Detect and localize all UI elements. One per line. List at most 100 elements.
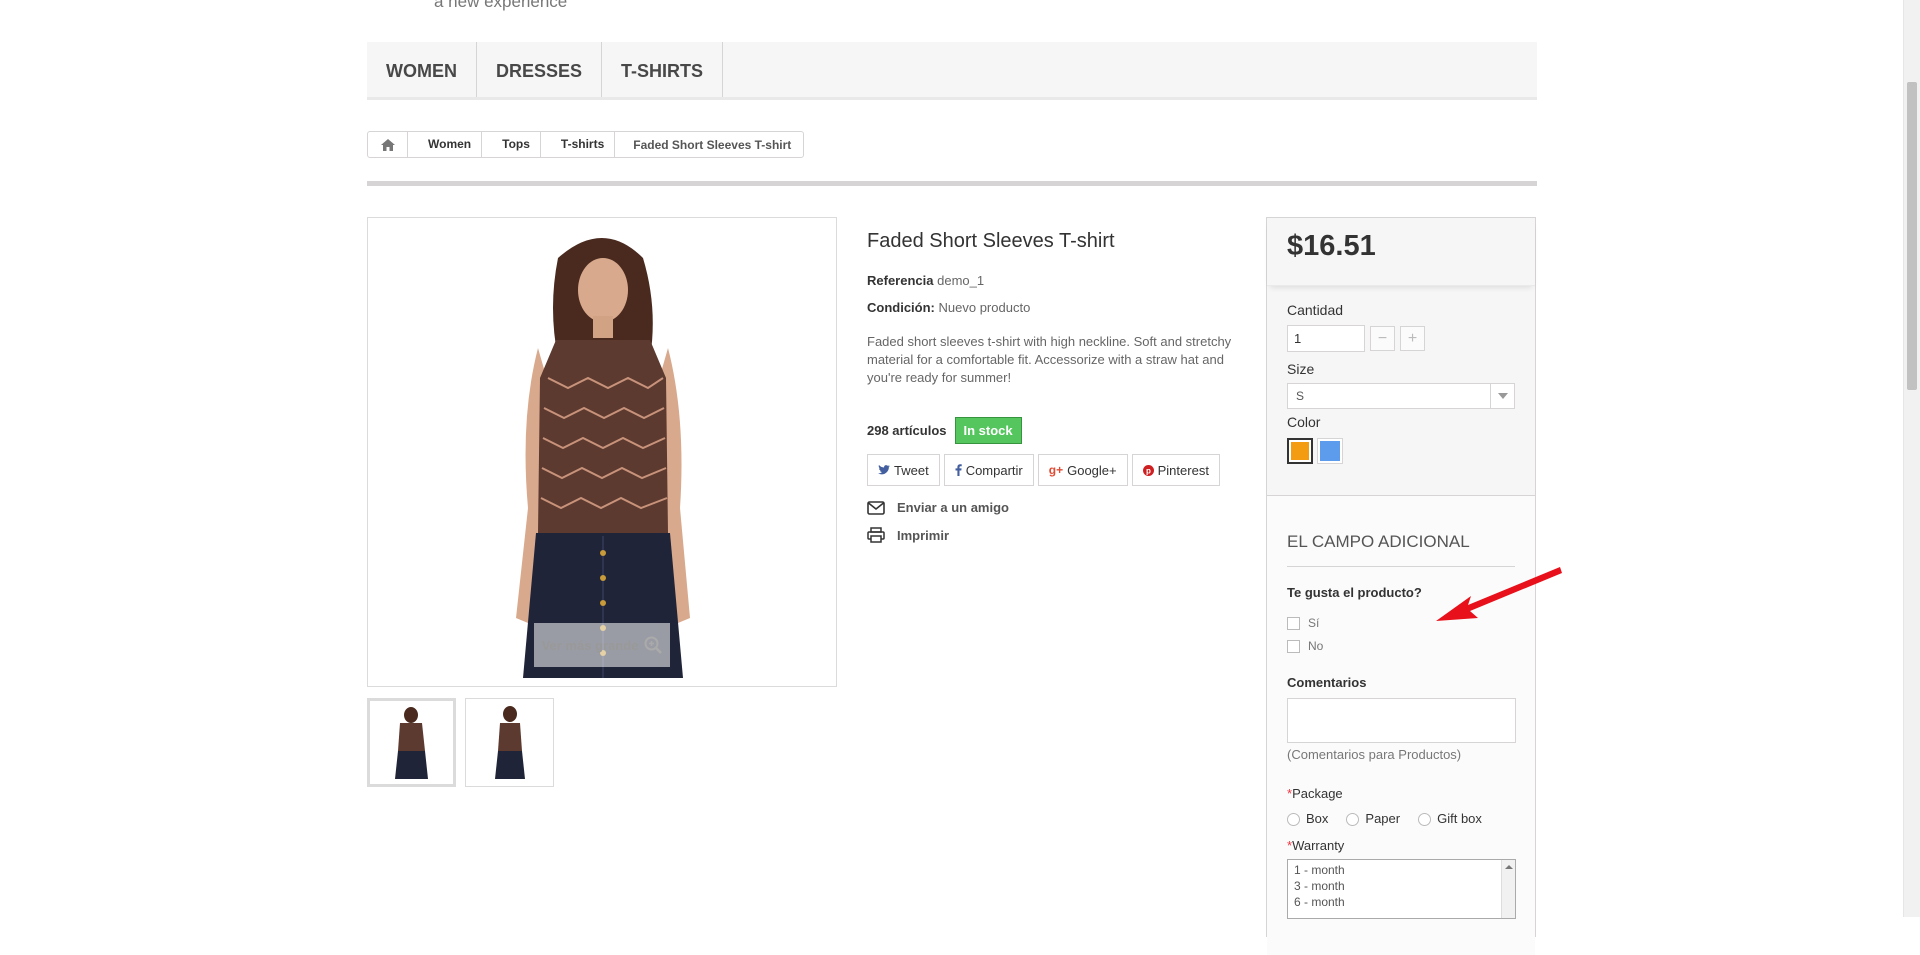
stock-count: 298 artículos (867, 423, 947, 438)
package-option-paper[interactable]: Paper (1346, 811, 1401, 827)
printer-icon (867, 527, 885, 543)
checkbox-si[interactable] (1287, 616, 1300, 630)
chevron-down-icon (1490, 384, 1514, 408)
color-label: Color (1287, 414, 1321, 430)
extra-fields-title: EL CAMPO ADICIONAL (1287, 532, 1515, 567)
warranty-option-1[interactable]: 1 - month (1294, 862, 1509, 878)
option-no-label: No (1308, 639, 1324, 653)
tweet-label: Tweet (894, 462, 929, 478)
menu-item-dresses[interactable]: DRESSES (477, 42, 603, 97)
package-option-box[interactable]: Box (1287, 811, 1329, 827)
tweet-button[interactable]: Tweet (867, 454, 940, 486)
menu-item-tshirts[interactable]: T-SHIRTS (602, 42, 724, 97)
color-swatch-blue[interactable] (1317, 438, 1343, 464)
product-price: $16.51 (1287, 230, 1376, 262)
warranty-option-6[interactable]: 6 - month (1294, 894, 1509, 910)
product-description: Faded short sleeves t-shirt with high ne… (867, 334, 1232, 385)
size-select[interactable]: S (1287, 383, 1515, 409)
pinterest-icon: p (1142, 464, 1154, 476)
color-group: Color (1287, 414, 1343, 464)
package-option-box-label: Box (1306, 811, 1329, 826)
radio-paper[interactable] (1346, 813, 1360, 827)
extra-fields-panel: EL CAMPO ADICIONAL Te gusta el producto?… (1267, 495, 1535, 955)
product-condition: Condición: Nuevo producto (867, 300, 1237, 315)
annotation-arrow-icon (1436, 567, 1562, 621)
stock-info: 298 artículos In stock (867, 417, 1237, 444)
scrollbar-thumb[interactable] (1907, 82, 1917, 390)
package-options: Box Paper Gift box (1287, 811, 1515, 827)
size-group: Size S (1287, 361, 1515, 409)
thumbnail-photo-1 (395, 707, 428, 779)
size-value: S (1296, 389, 1305, 403)
facebook-share-button[interactable]: Compartir (943, 454, 1034, 486)
comments-textarea[interactable] (1287, 698, 1516, 743)
price-box: $16.51 (1267, 218, 1535, 286)
quantity-decrease-button[interactable]: − (1370, 326, 1395, 351)
print-link[interactable]: Imprimir (867, 527, 1237, 543)
breadcrumb-item-women[interactable]: Women (408, 132, 483, 157)
envelope-icon (867, 500, 885, 515)
menu-item-women[interactable]: WOMEN (367, 42, 477, 97)
condition-value: Nuevo producto (938, 300, 1031, 315)
section-divider (367, 181, 1537, 186)
breadcrumb-item-tshirts[interactable]: T-shirts (541, 132, 616, 157)
warranty-option-3[interactable]: 3 - month (1294, 878, 1509, 894)
listbox-scrollbar[interactable] (1501, 860, 1515, 919)
radio-box[interactable] (1287, 813, 1300, 827)
main-menu: WOMEN DRESSES T-SHIRTS (367, 42, 1537, 100)
zoom-in-icon (644, 636, 663, 654)
quantity-increase-button[interactable]: + (1400, 326, 1425, 351)
print-label: Imprimir (897, 527, 950, 543)
size-label: Size (1287, 361, 1315, 377)
pinterest-label: Pinterest (1157, 462, 1209, 478)
quantity-label: Cantidad (1287, 302, 1344, 318)
product-main-image[interactable]: Ver más grande (367, 217, 837, 687)
facebook-label: Compartir (965, 462, 1023, 478)
minus-icon: − (1377, 329, 1388, 347)
color-swatch-orange[interactable] (1287, 438, 1313, 464)
header-tagline: a new experience (434, 0, 568, 11)
twitter-icon (878, 465, 890, 475)
breadcrumb: Women Tops T-shirts Faded Short Sleeves … (367, 131, 805, 158)
send-to-friend-link[interactable]: Enviar a un amigo (867, 500, 1237, 515)
zoom-button[interactable]: Ver más grande (534, 623, 670, 667)
thumbnail-photo-2 (495, 706, 525, 779)
share-buttons: Tweet Compartir g+ Google+ p Pinterest (867, 454, 1237, 486)
warranty-listbox[interactable]: 1 - month 3 - month 6 - month (1287, 859, 1516, 920)
product-reference: Referencia demo_1 (867, 273, 1237, 288)
option-si-label: Sí (1308, 616, 1320, 630)
quantity-input[interactable] (1287, 325, 1365, 352)
breadcrumb-home[interactable] (368, 132, 408, 157)
product-photo (516, 238, 690, 678)
google-plus-button[interactable]: g+ Google+ (1037, 454, 1128, 486)
warranty-label: Warranty (1292, 838, 1345, 854)
page-scrollbar[interactable] (1903, 0, 1920, 917)
svg-text:p: p (1146, 466, 1151, 475)
package-option-giftbox-label: Gift box (1437, 811, 1482, 826)
google-plus-icon: g+ (1048, 463, 1064, 477)
thumbnail-1[interactable] (367, 698, 456, 787)
option-no[interactable]: No (1287, 639, 1515, 653)
swatch-fill-orange (1291, 442, 1309, 460)
scroll-up-icon (1505, 865, 1513, 870)
comments-label: Comentarios (1287, 675, 1367, 690)
warranty-label-row: *Warranty (1287, 838, 1515, 853)
product-info: Faded Short Sleeves T-shirt Referencia d… (867, 230, 1237, 543)
thumbnail-2[interactable] (465, 698, 554, 787)
stock-badge: In stock (954, 417, 1022, 444)
condition-label: Condición: (867, 300, 935, 315)
breadcrumb-item-tops[interactable]: Tops (482, 132, 541, 157)
checkbox-no[interactable] (1287, 639, 1300, 653)
reference-value: demo_1 (937, 273, 985, 288)
zoom-label-text: Ver más grande (541, 637, 639, 653)
package-option-paper-label: Paper (1365, 811, 1401, 826)
package-label-row: *Package (1287, 786, 1515, 801)
home-icon (380, 138, 395, 151)
package-label: Package (1292, 786, 1343, 801)
breadcrumb-current: Faded Short Sleeves T-shirt (633, 137, 792, 152)
radio-giftbox[interactable] (1418, 813, 1432, 827)
package-option-giftbox[interactable]: Gift box (1418, 811, 1482, 827)
quantity-group: Cantidad − + (1287, 302, 1425, 352)
comments-hint: (Comentarios para Productos) (1287, 747, 1462, 762)
pinterest-button[interactable]: p Pinterest (1131, 454, 1220, 486)
